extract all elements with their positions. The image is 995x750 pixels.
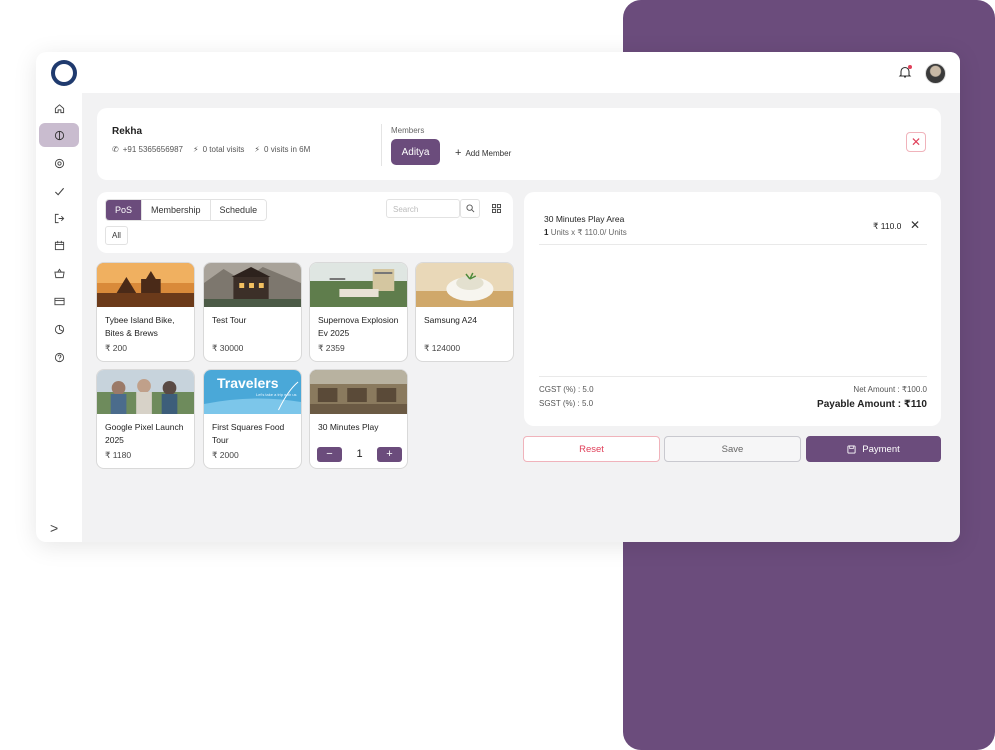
grid-view-button[interactable] <box>486 199 506 218</box>
product-card[interactable]: Supernova Explosion Ev 2025 ₹ 2359 <box>309 262 408 362</box>
product-title: Supernova Explosion Ev 2025 <box>318 315 399 338</box>
cart-panel: 30 Minutes Play Area 1 Units x ₹ 110.0/ … <box>524 192 941 426</box>
filter-all-chip[interactable]: All <box>105 226 128 245</box>
close-member-button[interactable]: ✕ <box>906 132 926 152</box>
decrement-button[interactable]: − <box>317 446 342 462</box>
product-card[interactable]: Google Pixel Launch 2025 ₹ 1180 <box>96 369 195 469</box>
search-button[interactable] <box>460 199 480 218</box>
cart-item-qty: 1 <box>544 228 549 237</box>
cgst-label: CGST (%) : 5.0 <box>539 385 594 394</box>
search-icon <box>465 204 474 213</box>
quantity-stepper: − 1 + <box>317 445 402 463</box>
avatar[interactable] <box>925 63 946 84</box>
product-price: ₹ 1180 <box>105 450 132 460</box>
tab-schedule[interactable]: Schedule <box>210 200 267 220</box>
remove-item-button[interactable]: ✕ <box>910 218 920 232</box>
pos-icon[interactable] <box>39 123 79 147</box>
add-member-button[interactable]: + Add Member <box>455 147 511 159</box>
product-title: First Squares Food Tour <box>212 422 285 445</box>
product-title: Tybee Island Bike, Bites & Brews <box>105 315 175 338</box>
member-chip[interactable]: Aditya <box>391 139 440 165</box>
product-image <box>310 263 407 307</box>
logout-icon[interactable] <box>39 206 79 230</box>
banner-subtitle: Let's take a trip with us <box>256 392 297 397</box>
product-title: Test Tour <box>212 315 247 325</box>
recent-visits-icon: ⚡ <box>254 145 261 154</box>
grid-icon <box>491 204 501 213</box>
product-card[interactable]: Travelers Let's take a trip with us Firs… <box>203 369 302 469</box>
product-image <box>416 263 513 307</box>
catalog-toolbar: PoS Membership Schedule All Search <box>97 192 513 253</box>
home-icon[interactable] <box>39 96 79 120</box>
product-price: ₹ 30000 <box>212 343 244 353</box>
product-title: Samsung A24 <box>424 315 477 325</box>
calendar-icon[interactable] <box>39 233 79 257</box>
member-recent-visits: 0 visits in 6M <box>264 145 311 154</box>
search-input[interactable]: Search <box>386 199 460 218</box>
card-icon[interactable] <box>39 289 79 313</box>
check-icon[interactable] <box>39 179 79 203</box>
product-title: Google Pixel Launch 2025 <box>105 422 184 445</box>
product-price: ₹ 2000 <box>212 450 239 460</box>
divider <box>539 376 927 377</box>
product-card-selected[interactable]: 30 Minutes Play − 1 + <box>309 369 408 469</box>
app-window: > Rekha ✆ +91 5365656987 ⚡ 0 total visits … <box>36 52 960 542</box>
banner-title: Travelers <box>217 375 279 391</box>
product-image <box>310 370 407 414</box>
add-member-label: Add Member <box>465 149 512 158</box>
quantity-value: 1 <box>356 448 363 460</box>
target-icon[interactable] <box>39 151 79 175</box>
cart-item-price: ₹ 110.0 <box>873 221 902 231</box>
logo-icon[interactable] <box>51 60 77 86</box>
divider <box>381 124 382 166</box>
chevron-right-icon[interactable]: > <box>50 520 58 536</box>
members-label: Members <box>391 126 425 135</box>
member-card: Rekha ✆ +91 5365656987 ⚡ 0 total visits ⚡ 0… <box>97 108 941 180</box>
top-bar <box>36 52 960 93</box>
product-price: ₹ 124000 <box>424 343 461 353</box>
reset-button[interactable]: Reset <box>523 436 660 462</box>
payable-amount: Payable Amount : ₹110 <box>817 399 927 410</box>
product-card[interactable]: Tybee Island Bike, Bites & Brews ₹ 200 <box>96 262 195 362</box>
member-total-visits: 0 total visits <box>202 145 245 154</box>
divider <box>539 244 927 245</box>
tab-membership[interactable]: Membership <box>142 200 211 220</box>
close-icon: ✕ <box>910 135 922 149</box>
product-title: 30 Minutes Play <box>318 422 379 432</box>
product-image <box>204 263 301 307</box>
increment-button[interactable]: + <box>377 446 402 462</box>
sgst-label: SGST (%) : 5.0 <box>539 399 594 408</box>
member-phone: +91 5365656987 <box>122 145 183 154</box>
payment-button[interactable]: Payment <box>806 436 941 462</box>
phone-icon: ✆ <box>112 145 119 154</box>
save-button[interactable]: Save <box>664 436 801 462</box>
sidebar: > <box>36 93 82 542</box>
payment-label: Payment <box>862 443 900 455</box>
product-card[interactable]: Samsung A24 ₹ 124000 <box>415 262 514 362</box>
help-icon[interactable] <box>39 345 79 369</box>
cart-item-detail-text: Units x ₹ 110.0/ Units <box>550 228 627 237</box>
basket-icon[interactable] <box>39 261 79 285</box>
product-price: ₹ 2359 <box>318 343 345 353</box>
cart-item-name: 30 Minutes Play Area <box>544 214 625 224</box>
member-info: ✆ +91 5365656987 ⚡ 0 total visits ⚡ 0 visit… <box>112 145 310 154</box>
net-amount: Net Amount : ₹100.0 <box>853 385 927 394</box>
product-price: ₹ 200 <box>105 343 127 353</box>
tab-pos[interactable]: PoS <box>106 200 143 220</box>
pie-chart-icon[interactable] <box>39 317 79 341</box>
product-image <box>97 263 194 307</box>
member-name: Rekha <box>112 126 143 137</box>
notification-dot <box>908 65 912 69</box>
plus-icon: + <box>455 147 462 159</box>
payment-icon <box>847 444 856 454</box>
product-card[interactable]: Test Tour ₹ 30000 <box>203 262 302 362</box>
visits-icon: ⚡ <box>193 145 199 154</box>
catalog-tabs: PoS Membership Schedule <box>105 199 268 221</box>
product-image <box>97 370 194 414</box>
cart-item-detail: 1 Units x ₹ 110.0/ Units <box>544 228 627 237</box>
